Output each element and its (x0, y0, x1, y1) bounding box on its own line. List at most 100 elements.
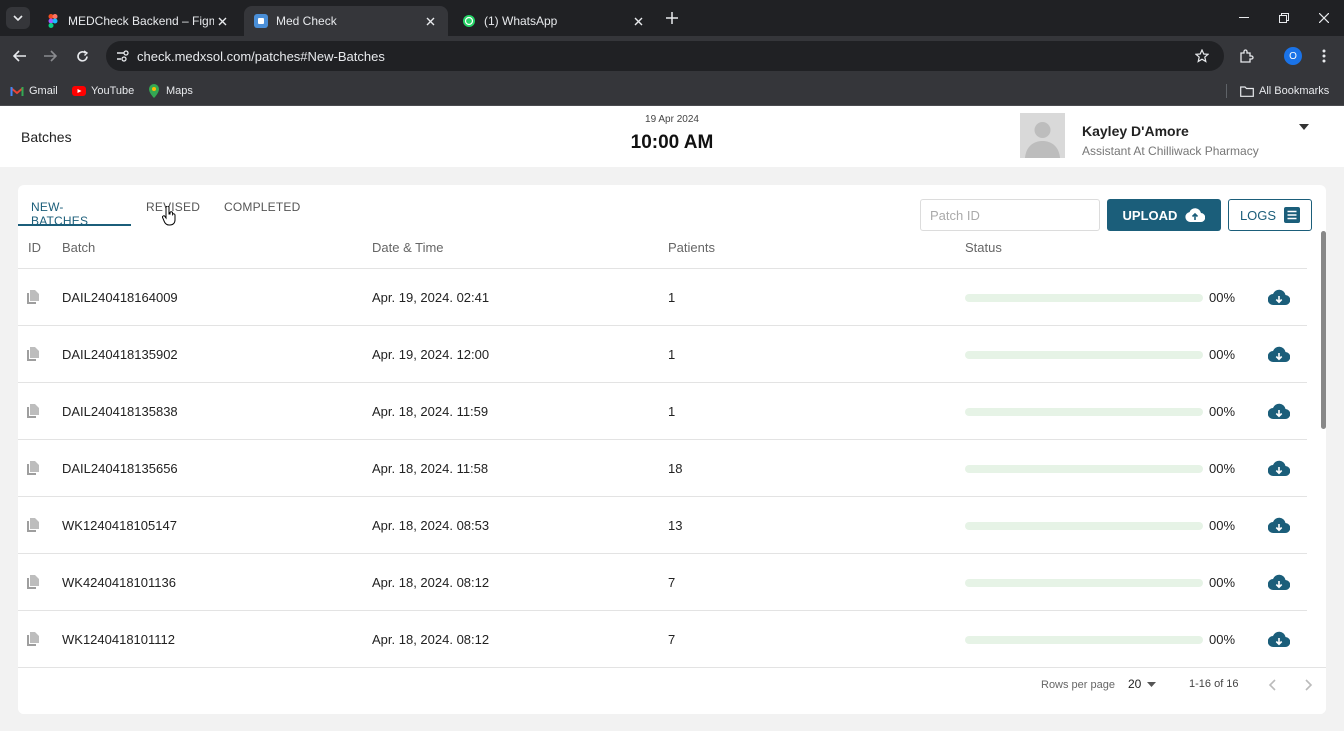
bookmark-maps[interactable]: Maps (147, 82, 193, 100)
all-bookmarks-button[interactable]: All Bookmarks (1240, 82, 1329, 100)
whatsapp-icon (462, 14, 476, 28)
user-name: Kayley D'Amore (1082, 123, 1189, 139)
status-progress-bar (965, 636, 1203, 644)
tab-completed[interactable]: COMPLETED (224, 200, 300, 214)
status-percent: 00% (1209, 575, 1236, 590)
document-icon[interactable] (27, 518, 39, 532)
page-scrollbar[interactable] (1321, 231, 1326, 429)
column-header: Status (965, 240, 1002, 255)
tab-title: MEDCheck Backend – Figma (68, 14, 214, 28)
forward-button[interactable] (38, 44, 62, 68)
table-row[interactable]: DAIL240418135902 Apr. 19, 2024. 12:00 1 … (18, 326, 1307, 383)
close-icon[interactable] (630, 13, 646, 29)
folder-icon (1240, 84, 1254, 98)
bookmarks-bar: Gmail YouTube Maps All Bookmarks (0, 76, 1344, 106)
arrow-left-icon (13, 50, 26, 62)
table-row[interactable]: WK1240418101112 Apr. 18, 2024. 08:12 7 0… (18, 611, 1307, 668)
maximize-button[interactable] (1274, 8, 1294, 28)
browser-tab-whatsapp[interactable]: (1) WhatsApp (452, 6, 656, 36)
close-window-button[interactable] (1314, 8, 1334, 28)
gmail-icon (10, 84, 24, 98)
cloud-download-icon[interactable] (1268, 345, 1290, 363)
list-icon (1284, 207, 1301, 223)
close-icon (1319, 13, 1329, 23)
cloud-download-icon[interactable] (1268, 573, 1290, 591)
browser-menu-button[interactable] (1312, 44, 1336, 68)
site-settings-icon[interactable] (112, 46, 132, 66)
column-header: Patients (668, 240, 715, 255)
restore-icon (1279, 13, 1289, 23)
chevron-down-icon (13, 15, 23, 21)
bookmark-label: Maps (166, 85, 193, 97)
profile-button[interactable]: O (1281, 44, 1305, 68)
bookmark-youtube[interactable]: YouTube (72, 82, 134, 100)
back-button[interactable] (8, 44, 32, 68)
avatar[interactable] (1020, 113, 1065, 158)
patient-count: 1 (668, 290, 676, 305)
caret-down-icon (1299, 124, 1309, 130)
cloud-download-icon[interactable] (1268, 402, 1290, 420)
close-icon[interactable] (422, 13, 438, 29)
column-header: Batch (62, 240, 96, 255)
document-icon[interactable] (27, 632, 39, 646)
status-percent: 00% (1209, 632, 1236, 647)
browser-toolbar: check.medxsol.com/patches#New-Batches O (0, 36, 1344, 76)
bookmark-label: All Bookmarks (1259, 85, 1330, 97)
cloud-download-icon[interactable] (1268, 288, 1290, 306)
user-role: Assistant At Chilliwack Pharmacy (1082, 144, 1259, 158)
address-bar[interactable]: check.medxsol.com/patches#New-Batches (106, 41, 1224, 71)
document-icon[interactable] (27, 404, 39, 418)
bookmark-star-icon[interactable] (1192, 46, 1212, 66)
tab-search-button[interactable] (6, 7, 30, 29)
logs-button-label: LOGS (1239, 207, 1277, 223)
close-icon[interactable] (214, 13, 230, 29)
status-progress-bar (965, 294, 1203, 302)
user-menu-dropdown[interactable] (1298, 122, 1310, 132)
browser-tab-bar: MEDCheck Backend – Figma Med Check (1) W… (0, 0, 1344, 36)
batch-id: WK4240418101136 (62, 575, 176, 590)
document-icon[interactable] (27, 461, 39, 475)
figma-icon (46, 14, 60, 28)
status-progress-bar (965, 579, 1203, 587)
minimize-icon (1239, 17, 1249, 18)
table-row[interactable]: WK4240418101136 Apr. 18, 2024. 08:12 7 0… (18, 554, 1307, 611)
table-row[interactable]: DAIL240418164009 Apr. 19, 2024. 02:41 1 … (18, 269, 1307, 326)
status-percent: 00% (1209, 404, 1236, 419)
cloud-download-icon[interactable] (1268, 516, 1290, 534)
status-progress-bar (965, 351, 1203, 359)
current-time: 10:00 AM (630, 132, 714, 153)
caret-down-icon (1147, 681, 1157, 687)
batch-datetime: Apr. 18, 2024. 11:59 (372, 404, 489, 419)
batch-datetime: Apr. 19, 2024. 12:00 (372, 347, 490, 362)
rows-per-page-label: Rows per page (1041, 679, 1115, 691)
puzzle-icon (1239, 48, 1254, 63)
table-row[interactable]: DAIL240418135656 Apr. 18, 2024. 11:58 18… (18, 440, 1307, 497)
document-icon[interactable] (27, 347, 39, 361)
chevron-right-icon[interactable] (1300, 677, 1316, 693)
page-title: Batches (21, 129, 72, 145)
arrow-right-icon (44, 50, 57, 62)
cloud-download-icon[interactable] (1268, 630, 1290, 648)
patient-count: 18 (668, 461, 683, 476)
cloud-download-icon[interactable] (1268, 459, 1290, 477)
patient-count: 13 (668, 518, 683, 533)
reload-button[interactable] (70, 44, 94, 68)
minimize-button[interactable] (1234, 8, 1254, 28)
table-row[interactable]: WK1240418105147 Apr. 18, 2024. 08:53 13 … (18, 497, 1307, 554)
tab-title: Med Check (276, 14, 337, 28)
rows-per-page-select[interactable]: 20 (1128, 677, 1157, 691)
browser-tab-figma[interactable]: MEDCheck Backend – Figma (36, 6, 240, 36)
browser-tab-medcheck[interactable]: Med Check (244, 6, 448, 36)
column-header: ID (28, 240, 41, 255)
status-percent: 00% (1209, 461, 1236, 476)
maps-icon (147, 84, 161, 98)
extensions-button[interactable] (1234, 44, 1258, 68)
table-row[interactable]: DAIL240418135838 Apr. 18, 2024. 11:59 1 … (18, 383, 1307, 440)
chevron-left-icon[interactable] (1265, 677, 1281, 693)
document-icon[interactable] (27, 290, 39, 304)
new-tab-button[interactable] (662, 8, 682, 28)
document-icon[interactable] (27, 575, 39, 589)
status-percent: 00% (1209, 347, 1236, 362)
bookmark-gmail[interactable]: Gmail (10, 82, 58, 100)
upload-button-label: UPLOAD (1122, 207, 1178, 223)
